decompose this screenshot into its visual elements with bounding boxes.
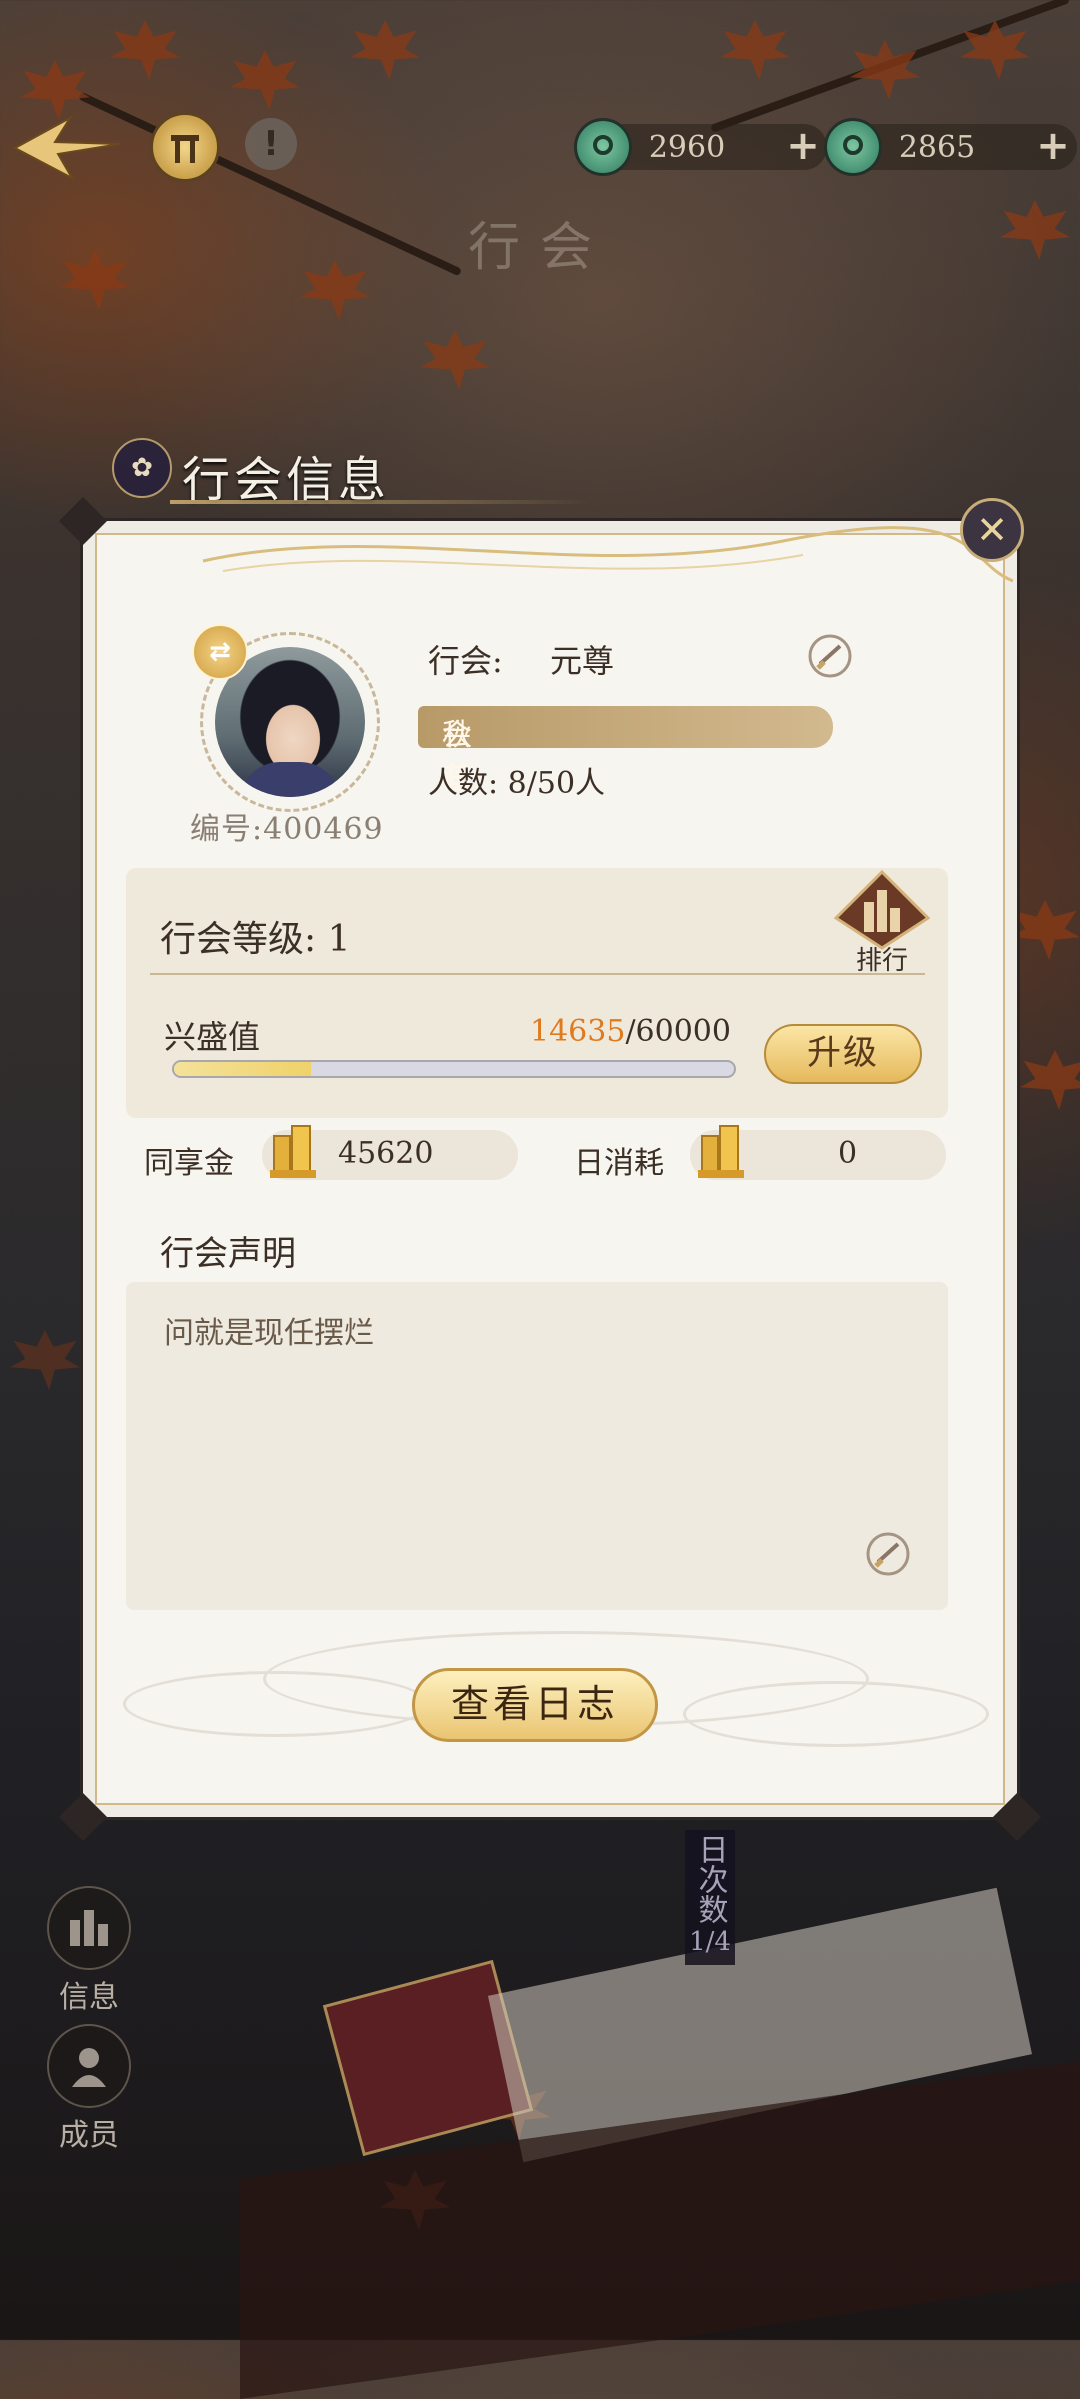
daily-cost-label: 日消耗 (574, 1146, 664, 1181)
ranking-icon (833, 869, 931, 950)
prosperity-label: 兴盛值 (164, 1018, 261, 1056)
info-icon[interactable]: ! (245, 118, 297, 170)
declaration-text: 问就是现任摆烂 (164, 1316, 374, 1351)
currency-jade: 2960 + (574, 118, 827, 176)
back-button[interactable] (10, 108, 125, 188)
guild-level: 行会等级: 1 (160, 919, 351, 960)
back-arrow-icon (12, 115, 121, 181)
view-log-button[interactable]: 查看日志 (412, 1668, 658, 1742)
close-button[interactable]: ✕ (960, 498, 1024, 562)
members-tab-icon (47, 2024, 131, 2108)
prosperity-value: 14635/60000 (530, 1014, 731, 1049)
ranking-label: 排行 (855, 946, 908, 976)
ranking-button[interactable]: 排行 (833, 869, 931, 976)
cloud-decoration (123, 1671, 429, 1737)
shared-funds-label: 同享金 (144, 1146, 234, 1181)
guild-id: 编号:400469 (190, 812, 384, 847)
guild-emblem-icon: ✿ (112, 438, 172, 498)
guild-hall-button[interactable] (150, 112, 220, 182)
currency-coin-value: 2865 (898, 129, 976, 165)
daily-cost-value: 0 (838, 1136, 858, 1171)
side-menu-members-label: 成员 (59, 2118, 119, 2153)
daily-count-label: 日次数 (692, 1834, 728, 1924)
prosperity-progress-bar (172, 1060, 736, 1078)
declaration-label: 行会声明 (160, 1234, 296, 1274)
add-coin-button[interactable]: + (1033, 126, 1073, 167)
panel-tab-header: ✿ 行会信息 (100, 432, 600, 512)
cloud-decoration (683, 1681, 989, 1747)
add-jade-button[interactable]: + (783, 126, 823, 167)
title-underline (170, 500, 590, 504)
shared-funds-value: 45620 (338, 1136, 434, 1171)
divider (150, 973, 925, 975)
upgrade-button[interactable]: 升级 (764, 1024, 922, 1084)
side-menu-members[interactable]: 成员 (46, 2024, 132, 2154)
guild-members: 人数: 8/50人 (428, 766, 606, 801)
edit-declaration-icon[interactable] (864, 1530, 912, 1578)
side-menu-info-label: 信息 (59, 1980, 119, 2015)
pavilion-icon (171, 135, 199, 163)
edit-name-icon[interactable] (806, 632, 854, 680)
gold-ingot-icon (692, 1120, 752, 1184)
page-title: 行会 (467, 218, 612, 278)
daily-count-value: 1/4 (689, 1927, 731, 1957)
top-bar: ! 2960 + 2865 + 行会 (0, 0, 1080, 300)
currency-jade-value: 2960 (648, 129, 726, 165)
gold-ingot-icon (264, 1120, 324, 1184)
daily-count-tag: 日次数 1/4 (685, 1830, 735, 1965)
guild-name-label: 行会: (428, 642, 503, 680)
gold-swirl-decoration (202, 526, 1014, 583)
guild-leader: 会长: 秋茴 (418, 706, 833, 797)
prosperity-progress-fill (174, 1062, 311, 1076)
side-menu-info[interactable]: 信息 (46, 1886, 132, 2016)
guild-name: 元尊 (550, 642, 615, 680)
shuffle-avatar-button[interactable]: ⇄ (192, 624, 248, 680)
info-tab-icon (47, 1886, 131, 1970)
currency-coin: 2865 + (824, 118, 1077, 176)
